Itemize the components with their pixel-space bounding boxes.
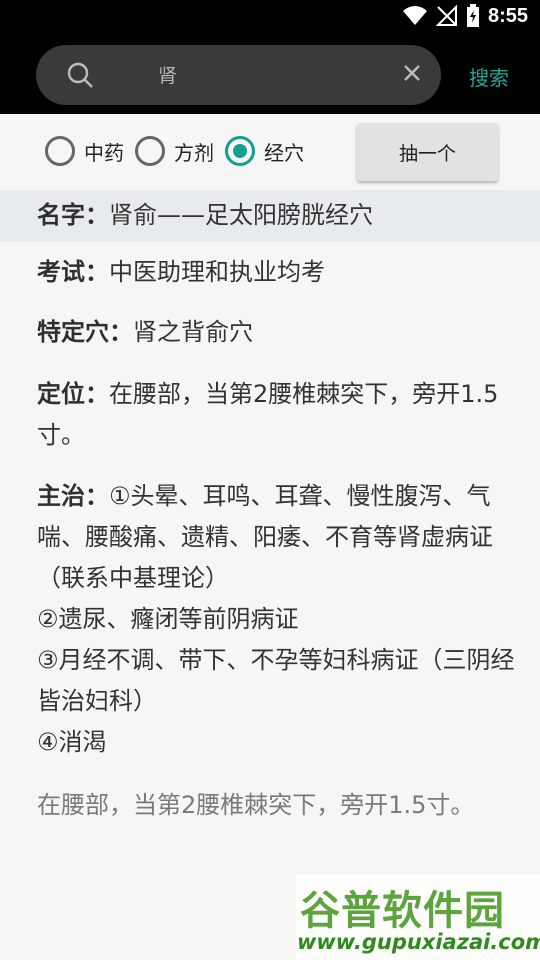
exam-label: 考试： [37,258,109,286]
location-footnote: 在腰部，当第2腰椎棘突下，旁开1.5寸。 [37,791,475,819]
watermark-title: 谷普软件园 [300,888,505,934]
special-point-value: 肾之背俞穴 [133,318,253,346]
status-time: 8:55 [487,4,528,27]
special-point-label: 特定穴： [37,318,133,346]
draw-random-button[interactable]: 抽一个 [357,123,498,181]
name-entry: 名字：肾俞——足太阳膀胱经穴 [37,195,517,236]
radio-formula-label: 方剂 [174,140,214,165]
exam-entry: 考试：中医助理和执业均考 [37,252,517,293]
radio-acupoint-circle[interactable] [225,136,255,166]
app-header: 8:55 肾 搜索 [0,0,540,114]
radio-herb-label: 中药 [84,140,124,165]
exam-value: 中医助理和执业均考 [109,258,325,286]
indication-line-4: ④消渴 [37,728,107,756]
special-point-entry: 特定穴：肾之背俞穴 [37,312,517,353]
radio-acupoint-label: 经穴 [264,140,304,165]
radio-formula-circle[interactable] [135,136,165,166]
location-entry: 定位：在腰部，当第2腰椎棘突下，旁开1.5寸。 [37,374,517,456]
no-signal-icon [435,5,457,26]
search-icon [67,62,93,88]
radio-herb-circle[interactable] [45,136,75,166]
indication-label: 主治： [37,482,109,510]
location-label: 定位： [37,380,109,408]
search-input[interactable]: 肾 [36,45,441,105]
indication-line-2: ②遗尿、癃闭等前阴病证 [37,605,299,633]
search-query-text[interactable]: 肾 [158,61,177,88]
radio-herb[interactable]: 中药 [45,136,124,166]
name-value: 肾俞——足太阳膀胱经穴 [109,201,373,229]
search-button[interactable]: 搜索 [469,62,509,91]
radio-acupoint[interactable]: 经穴 [225,136,304,166]
name-label: 名字： [37,201,109,229]
status-bar: 8:55 [0,0,540,36]
indication-line-3: ③月经不调、带下、不孕等妇科病证（三阴经皆治妇科） [37,646,515,715]
watermark-logo: 谷普软件园 www.gupuxiazai.com [296,874,540,960]
indication-entry: 主治：①头晕、耳鸣、耳聋、慢性腹泻、气喘、腰酸痛、遗精、阳痿、不育等肾虚病证（联… [37,476,517,763]
radio-formula[interactable]: 方剂 [135,136,214,166]
battery-charging-icon [466,4,479,27]
wifi-icon [402,6,427,26]
watermark-url: www.gupuxiazai.com [297,930,540,954]
clear-icon[interactable] [403,64,421,82]
